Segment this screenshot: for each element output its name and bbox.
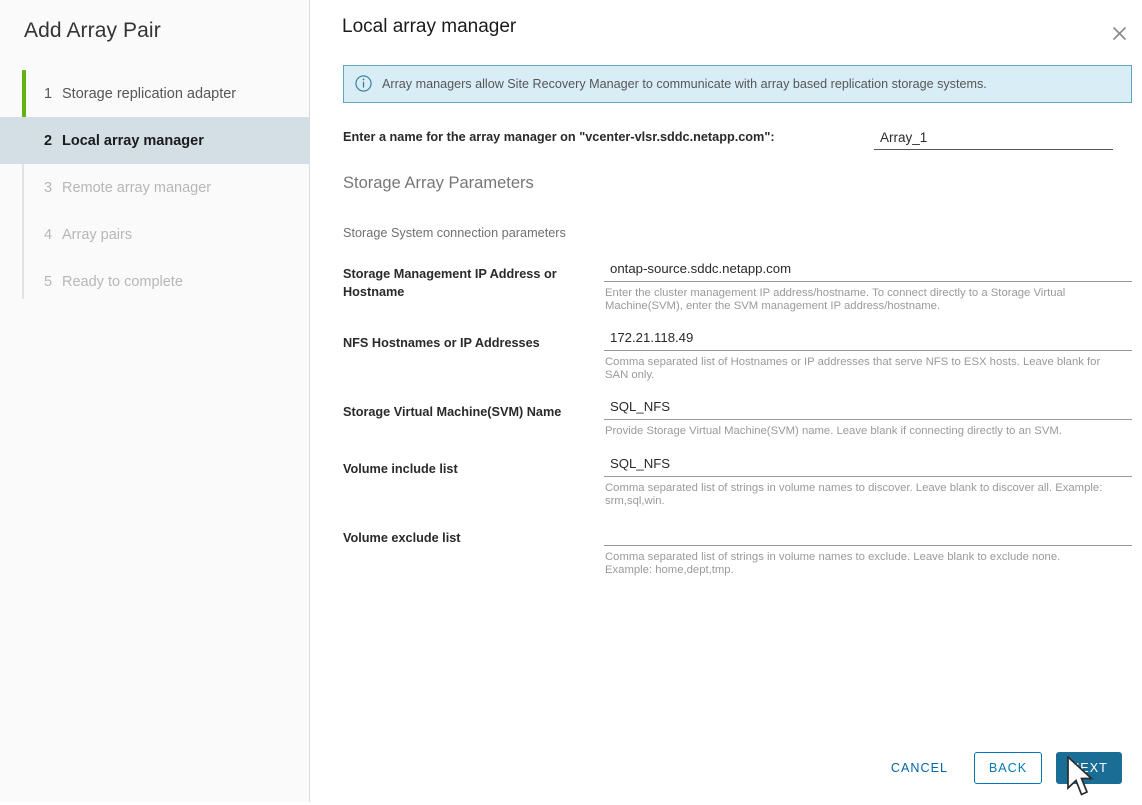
param-label: Volume include list (343, 462, 458, 476)
param-hint: Comma separated list of strings in volum… (605, 551, 1061, 576)
param-field: Comma separated list of strings in volum… (604, 522, 1132, 576)
page-title: Local array manager (342, 16, 517, 37)
array-manager-name-label: Enter a name for the array manager on "v… (343, 130, 775, 144)
info-banner-text: Array managers allow Site Recovery Manag… (382, 77, 987, 91)
param-hint: Provide Storage Virtual Machine(SVM) nam… (605, 425, 1062, 437)
sidebar-step-storage-replication-adapter[interactable]: 1 Storage replication adapter (0, 70, 310, 117)
volume-include-list-input[interactable] (604, 453, 1132, 477)
step-number: 4 (44, 226, 53, 243)
param-field: Enter the cluster management IP address/… (604, 258, 1132, 312)
subsection-heading-connection-parameters: Storage System connection parameters (343, 226, 566, 240)
step-number: 2 (44, 132, 53, 149)
param-label: Volume exclude list (343, 531, 461, 545)
step-label: Array pairs (62, 226, 133, 243)
volume-exclude-list-input[interactable] (604, 522, 1132, 546)
param-field: Comma separated list of Hostnames or IP … (604, 327, 1132, 381)
step-number: 1 (44, 85, 53, 102)
svm-name-input[interactable] (604, 396, 1132, 420)
step-number: 5 (44, 273, 53, 290)
cancel-button[interactable]: CANCEL (877, 752, 962, 784)
step-label: Local array manager (62, 132, 204, 149)
nfs-hostnames-input[interactable] (604, 327, 1132, 351)
section-heading-storage-array-parameters: Storage Array Parameters (343, 174, 534, 192)
sidebar-step-remote-array-manager: 3 Remote array manager (0, 164, 310, 211)
array-manager-name-input[interactable] (874, 128, 1113, 150)
step-label: Storage replication adapter (62, 85, 237, 102)
storage-management-ip-input[interactable] (604, 258, 1132, 282)
wizard-sidebar: Add Array Pair 1 Storage replication ada… (0, 0, 310, 802)
back-button[interactable]: BACK (974, 752, 1042, 784)
sidebar-step-local-array-manager[interactable]: 2 Local array manager (0, 117, 310, 164)
info-banner: Array managers allow Site Recovery Manag… (343, 65, 1132, 103)
param-hint: Comma separated list of Hostnames or IP … (605, 356, 1101, 381)
param-label: Storage Management IP Address or Hostnam… (343, 267, 557, 299)
wizard-title: Add Array Pair (24, 19, 161, 42)
step-number: 3 (44, 179, 53, 196)
param-hint: Comma separated list of strings in volum… (605, 482, 1103, 507)
next-button[interactable]: NEXT (1056, 752, 1122, 784)
sidebar-step-ready-to-complete: 5 Ready to complete (0, 258, 310, 305)
info-circle-icon (355, 75, 373, 93)
param-label: Storage Virtual Machine(SVM) Name (343, 405, 562, 419)
param-label: NFS Hostnames or IP Addresses (343, 336, 540, 350)
step-label: Remote array manager (62, 179, 212, 196)
footer-actions: CANCEL BACK NEXT (877, 752, 1122, 784)
step-label: Ready to complete (62, 273, 183, 290)
param-field: Provide Storage Virtual Machine(SVM) nam… (604, 396, 1132, 438)
array-manager-name-row: Enter a name for the array manager on "v… (343, 128, 1132, 152)
param-hint: Enter the cluster management IP address/… (605, 287, 1066, 312)
sidebar-step-array-pairs: 4 Array pairs (0, 211, 310, 258)
close-icon[interactable] (1106, 20, 1132, 46)
wizard-steps-list: 1 Storage replication adapter 2 Local ar… (0, 70, 310, 305)
content-panel: Local array manager Array managers allow… (310, 0, 1142, 802)
param-field: Comma separated list of strings in volum… (604, 453, 1132, 507)
